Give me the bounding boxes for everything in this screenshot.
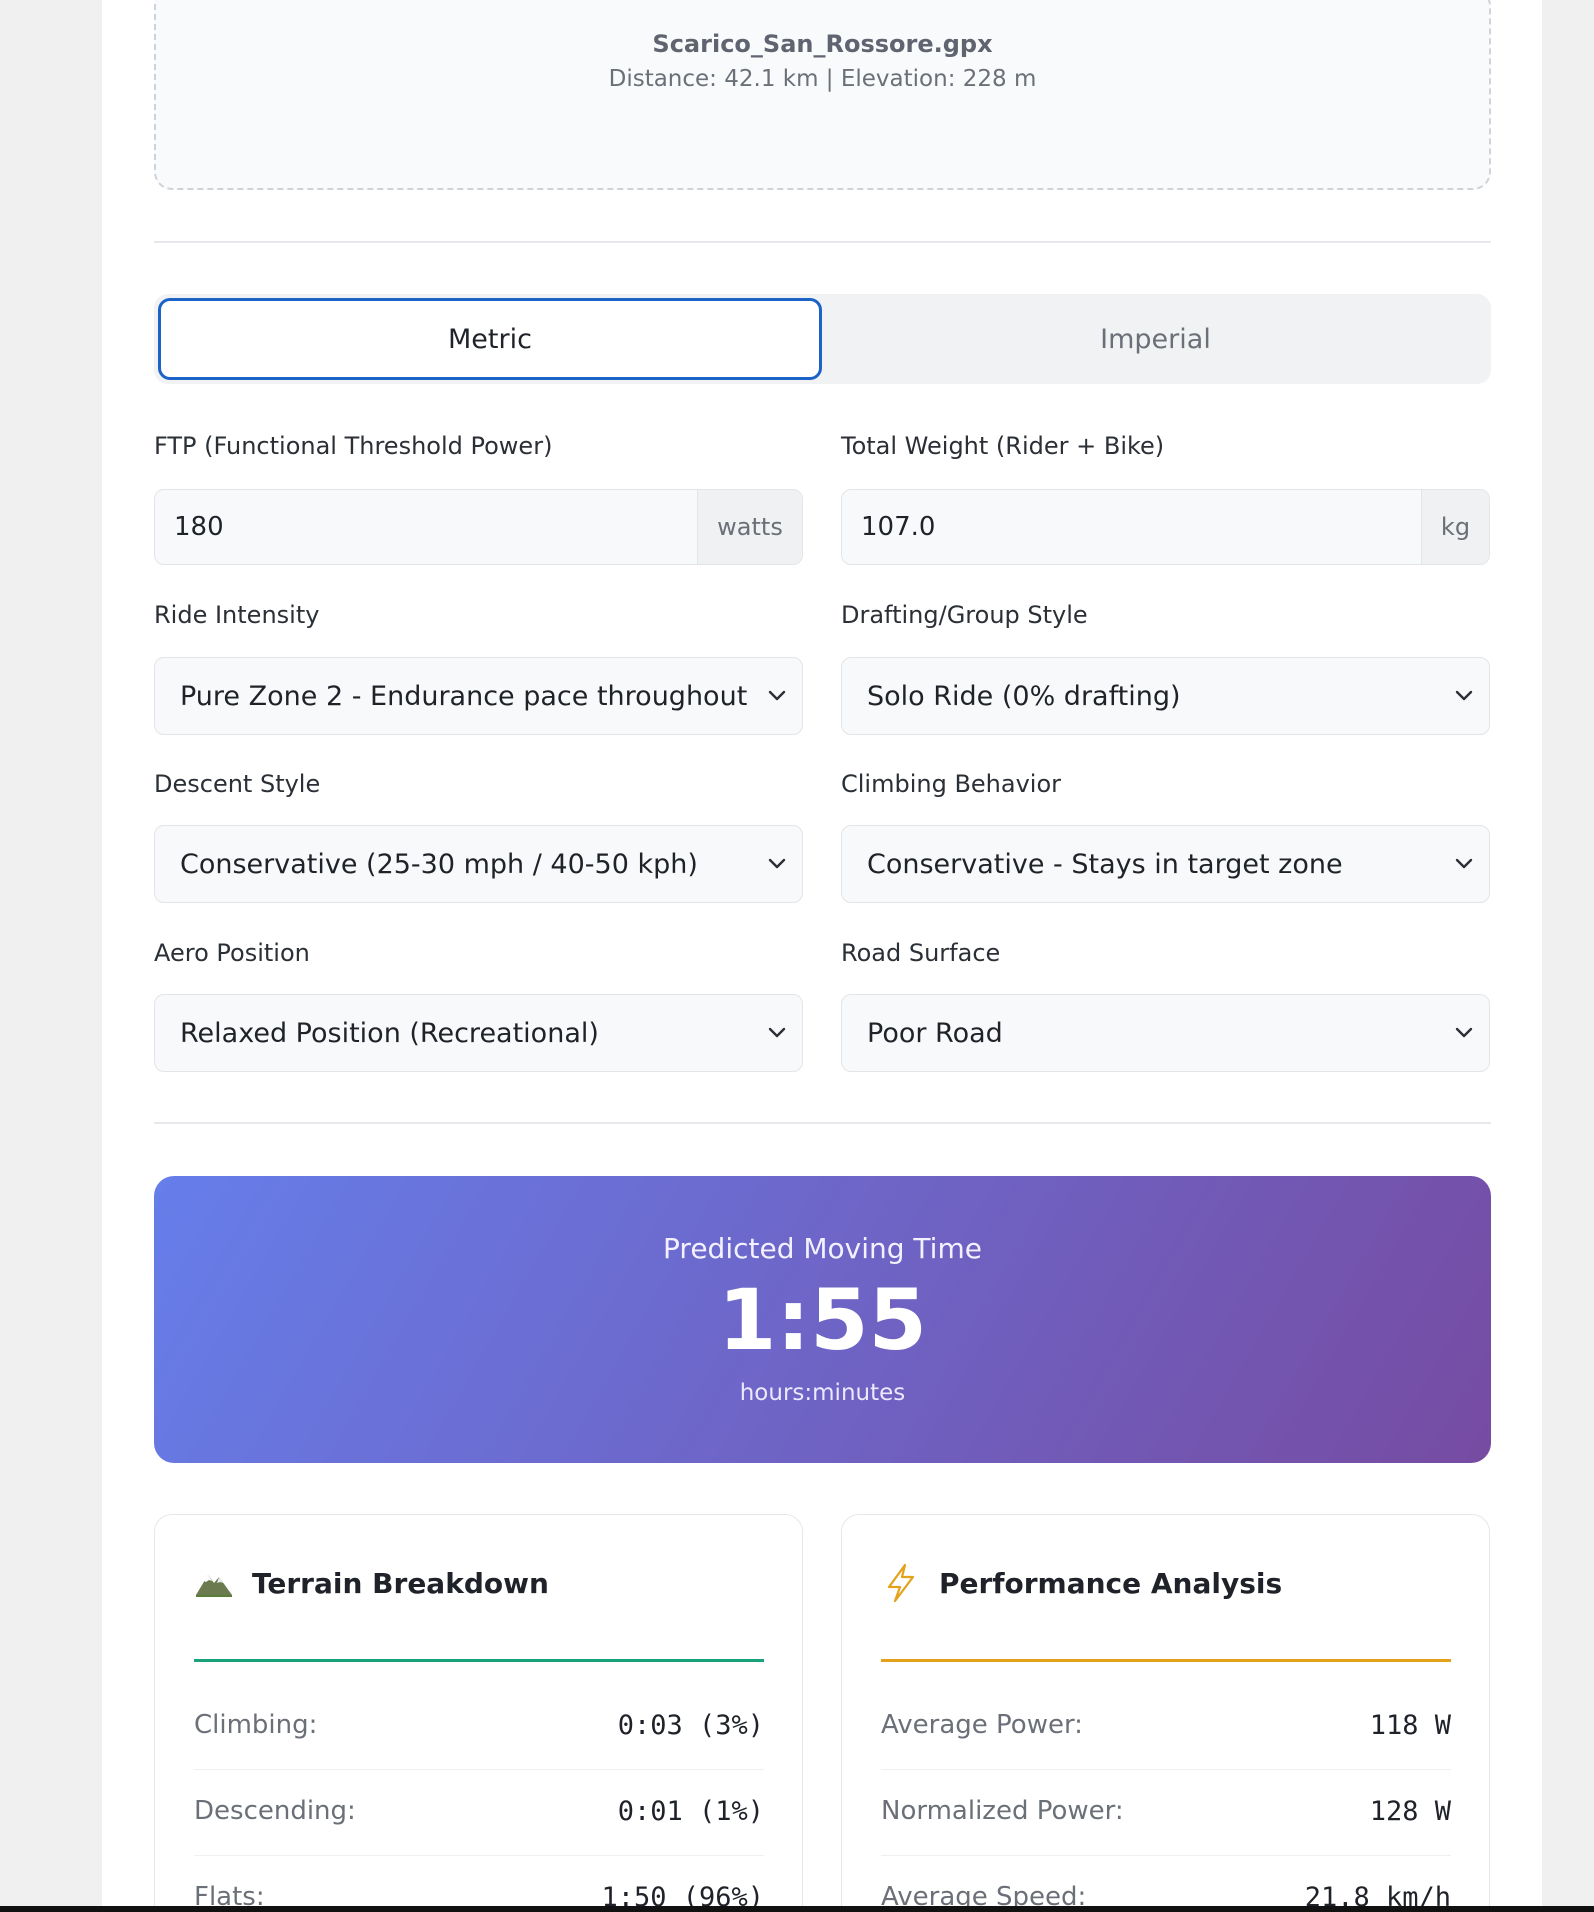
average-power-value: 118 W	[1369, 1710, 1451, 1741]
metric-toggle-button[interactable]: Metric	[158, 298, 822, 380]
terrain-breakdown-panel: Terrain Breakdown Climbing: 0:03 (3%) De…	[154, 1514, 803, 1912]
climbing-behavior-label: Climbing Behavior	[841, 770, 1062, 798]
aero-position-label: Aero Position	[154, 939, 310, 967]
road-surface-value: Poor Road	[867, 1017, 1003, 1049]
ftp-unit: watts	[697, 490, 802, 564]
chevron-down-icon	[768, 690, 786, 701]
weight-unit: kg	[1421, 490, 1489, 564]
descent-style-label: Descent Style	[154, 770, 321, 798]
table-row: Average Power: 118 W	[881, 1684, 1451, 1770]
descending-time-label: Descending:	[194, 1796, 356, 1826]
road-surface-label: Road Surface	[841, 939, 1001, 967]
climbing-behavior-select[interactable]: Conservative - Stays in target zone	[841, 825, 1490, 903]
weight-label: Total Weight (Rider + Bike)	[841, 432, 1165, 460]
climbing-behavior-value: Conservative - Stays in target zone	[867, 848, 1343, 880]
weight-input-group: 107.0 kg	[841, 489, 1490, 565]
chevron-down-icon	[1455, 1027, 1473, 1038]
normalized-power-label: Normalized Power:	[881, 1796, 1124, 1826]
main-card: Scarico_San_Rossore.gpx Distance: 42.1 k…	[102, 0, 1542, 1912]
units-toggle: Metric Imperial	[154, 294, 1491, 384]
descent-style-select[interactable]: Conservative (25-30 mph / 40-50 kph)	[154, 825, 803, 903]
section-divider	[154, 1122, 1491, 1124]
aero-position-value: Relaxed Position (Recreational)	[180, 1017, 599, 1049]
descent-style-value: Conservative (25-30 mph / 40-50 kph)	[180, 848, 698, 880]
table-row: Normalized Power: 128 W	[881, 1770, 1451, 1856]
climbing-time-value: 0:03 (3%)	[617, 1710, 764, 1741]
imperial-toggle-button[interactable]: Imperial	[824, 298, 1487, 380]
normalized-power-value: 128 W	[1369, 1796, 1451, 1827]
table-row: Flats: 1:50 (96%)	[194, 1856, 764, 1912]
section-divider	[154, 241, 1491, 243]
drafting-value: Solo Ride (0% drafting)	[867, 680, 1181, 712]
chevron-down-icon	[768, 858, 786, 869]
table-row: Climbing: 0:03 (3%)	[194, 1684, 764, 1770]
chevron-down-icon	[768, 1027, 786, 1038]
chevron-down-icon	[1455, 690, 1473, 701]
aero-position-select[interactable]: Relaxed Position (Recreational)	[154, 994, 803, 1072]
chevron-down-icon	[1455, 858, 1473, 869]
window-bottom-edge	[0, 1906, 1594, 1912]
predicted-time-card: Predicted Moving Time 1:55 hours:minutes	[154, 1176, 1491, 1463]
gpx-file-meta: Distance: 42.1 km | Elevation: 228 m	[608, 66, 1037, 92]
drafting-label: Drafting/Group Style	[841, 601, 1088, 629]
road-surface-select[interactable]: Poor Road	[841, 994, 1490, 1072]
lightning-icon	[887, 1563, 915, 1603]
descending-time-value: 0:01 (1%)	[617, 1796, 764, 1827]
performance-analysis-header: Performance Analysis	[881, 1563, 1282, 1603]
performance-accent-line	[881, 1659, 1451, 1662]
terrain-accent-line	[194, 1659, 764, 1662]
ftp-input-group: 180 watts	[154, 489, 803, 565]
mountain-icon	[196, 1575, 232, 1597]
ride-intensity-select[interactable]: Pure Zone 2 - Endurance pace throughout	[154, 657, 803, 735]
terrain-breakdown-header: Terrain Breakdown	[194, 1563, 549, 1603]
ftp-input[interactable]: 180	[174, 490, 697, 564]
table-row: Descending: 0:01 (1%)	[194, 1770, 764, 1856]
gpx-file-name: Scarico_San_Rossore.gpx	[652, 30, 993, 58]
ride-intensity-value: Pure Zone 2 - Endurance pace throughout	[180, 680, 748, 712]
terrain-breakdown-title: Terrain Breakdown	[252, 1566, 549, 1600]
predicted-time-title: Predicted Moving Time	[663, 1232, 982, 1265]
performance-analysis-panel: Performance Analysis Average Power: 118 …	[841, 1514, 1490, 1912]
ftp-label: FTP (Functional Threshold Power)	[154, 432, 553, 460]
table-row: Average Speed: 21.8 km/h	[881, 1856, 1451, 1912]
ride-intensity-label: Ride Intensity	[154, 601, 320, 629]
drafting-select[interactable]: Solo Ride (0% drafting)	[841, 657, 1490, 735]
predicted-time-unit: hours:minutes	[739, 1380, 906, 1406]
gpx-upload-dropzone[interactable]: Scarico_San_Rossore.gpx Distance: 42.1 k…	[154, 0, 1491, 190]
weight-input[interactable]: 107.0	[861, 490, 1421, 564]
performance-analysis-title: Performance Analysis	[939, 1566, 1283, 1600]
climbing-time-label: Climbing:	[194, 1710, 318, 1740]
average-power-label: Average Power:	[881, 1710, 1083, 1740]
predicted-time-value: 1:55	[718, 1271, 927, 1369]
